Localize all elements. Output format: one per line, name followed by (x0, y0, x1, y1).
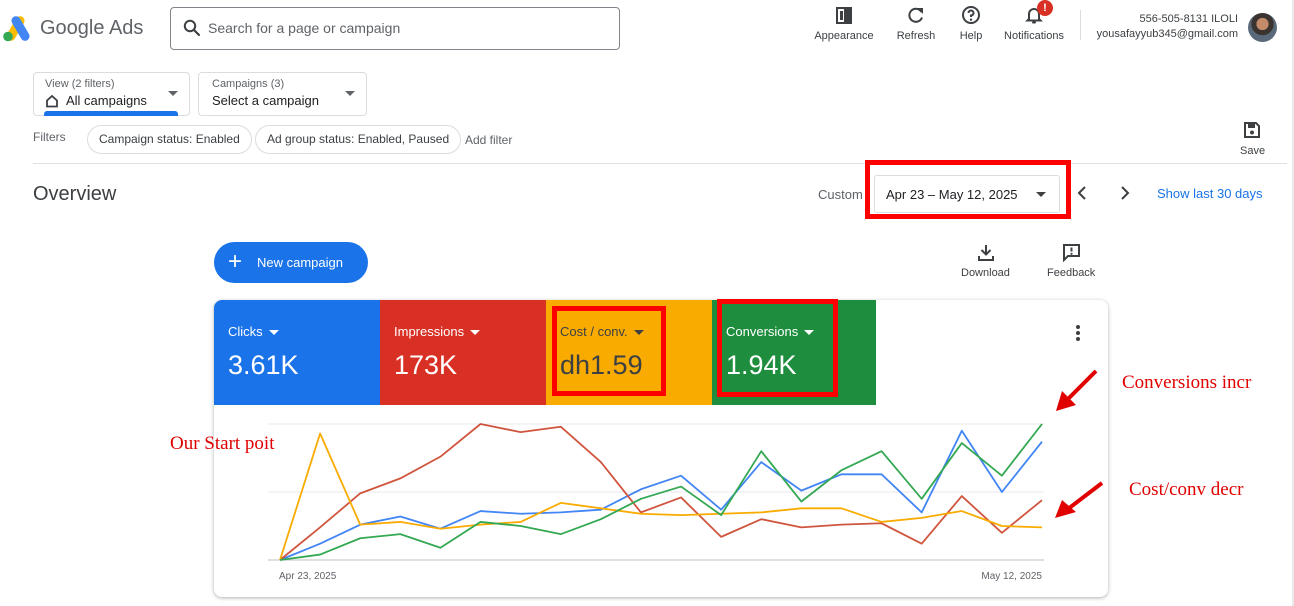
show-last-30-days-link[interactable]: Show last 30 days (1157, 186, 1263, 201)
metric-name-impressions: Impressions (394, 324, 481, 339)
annotation-arrow-conversions (1056, 369, 1098, 411)
filter-divider (33, 163, 1287, 164)
google-ads-logo-icon (3, 16, 30, 42)
feedback-label: Feedback (1047, 267, 1096, 279)
appearance-icon (836, 7, 852, 24)
campaign-selector-value: Select a campaign (212, 93, 319, 108)
metric-name-text: Impressions (394, 324, 465, 339)
x-tick-label: May 12, 2025 (981, 571, 1042, 582)
notification-badge: ! (1037, 0, 1053, 16)
campaign-selector[interactable]: Campaigns (3) Select a campaign (198, 72, 367, 116)
appearance-button[interactable]: Appearance (812, 5, 876, 47)
series-line-cost-conv (279, 432, 1043, 561)
help-label: Help (959, 30, 983, 42)
new-campaign-button[interactable]: + New campaign (214, 242, 368, 283)
view-selector-caption: View (2 filters) (45, 78, 115, 90)
metric-tile-impressions[interactable]: Impressions 173K (380, 300, 546, 405)
metric-value-impressions: 173K (394, 350, 458, 380)
view-selector[interactable]: View (2 filters) All campaigns (33, 72, 190, 116)
save-label: Save (1240, 145, 1266, 157)
caret-down-icon (470, 330, 481, 336)
caret-down-icon (268, 330, 279, 336)
plus-icon: + (228, 248, 243, 275)
toolbar-divider (1080, 10, 1081, 40)
highlight-box-date-range (865, 160, 1071, 219)
feedback-icon[interactable] (1062, 243, 1081, 262)
more-options-icon[interactable] (1071, 323, 1085, 345)
download-icon[interactable] (977, 244, 995, 262)
chevron-down-icon (345, 91, 355, 96)
series-line-clicks (279, 429, 1043, 561)
annotation-start: Our Start poit (170, 433, 275, 454)
metric-name-text: Clicks (228, 324, 263, 339)
filter-chip-campaign-status[interactable]: Campaign status: Enabled (87, 125, 252, 154)
avatar[interactable] (1248, 13, 1277, 42)
help-icon (962, 6, 980, 24)
annotation-arrow-cost (1055, 481, 1104, 518)
metric-value-clicks: 3.61K (228, 350, 299, 380)
page-title: Overview (33, 183, 117, 205)
search-input[interactable] (208, 17, 608, 39)
refresh-label: Refresh (896, 30, 936, 42)
save-icon[interactable] (1243, 121, 1261, 139)
account-number: 556-505-8131 ILOLI (1139, 13, 1238, 25)
performance-chart: Apr 23, 2025 May 12, 2025 (268, 423, 1044, 582)
help-button[interactable]: Help (954, 5, 988, 47)
annotation-conversions: Conversions incr (1122, 372, 1252, 393)
notifications-button[interactable]: Notifications (998, 5, 1070, 47)
refresh-button[interactable]: Refresh (892, 5, 940, 47)
annotation-cost: Cost/conv decr (1129, 479, 1244, 500)
appearance-label: Appearance (814, 30, 874, 42)
chevron-down-icon (168, 91, 178, 96)
filter-chip-ad-group-status[interactable]: Ad group status: Enabled, Paused (255, 125, 462, 154)
campaign-selector-caption: Campaigns (3) (212, 78, 285, 90)
new-campaign-label: New campaign (257, 255, 343, 270)
account-email: yousafayyub345@gmail.com (1096, 28, 1238, 40)
view-selector-underline (44, 111, 178, 116)
app-name: Google Ads (40, 17, 144, 39)
x-tick-label: Apr 23, 2025 (279, 571, 337, 582)
refresh-icon (908, 7, 923, 23)
view-selector-value: All campaigns (66, 93, 147, 108)
chevron-right-icon[interactable] (1119, 185, 1131, 201)
metric-tile-clicks[interactable]: Clicks 3.61K (214, 300, 380, 405)
highlight-box-cost-per-conv (552, 306, 666, 396)
highlight-box-conversions (717, 299, 838, 397)
chevron-left-icon[interactable] (1076, 185, 1088, 201)
add-filter-link[interactable]: Add filter (465, 133, 512, 147)
search-icon (183, 19, 201, 37)
filters-label: Filters (33, 130, 66, 144)
download-label: Download (961, 267, 1010, 279)
metric-name-clicks: Clicks (228, 324, 279, 339)
notifications-label: Notifications (1004, 30, 1064, 42)
date-range-type: Custom (818, 187, 863, 202)
home-icon (46, 94, 58, 108)
